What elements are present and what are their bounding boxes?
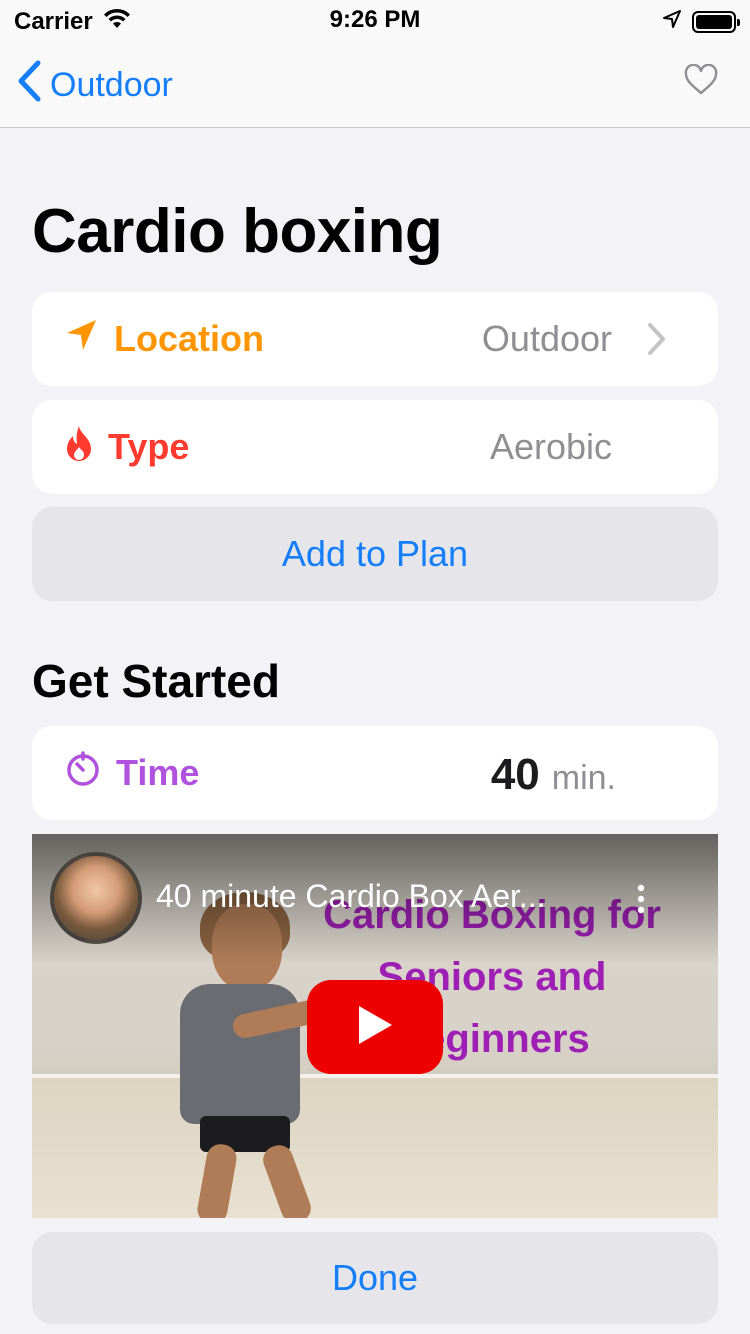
status-right <box>662 8 740 36</box>
location-row[interactable]: Location Outdoor <box>32 292 718 386</box>
done-button[interactable]: Done <box>32 1232 718 1324</box>
battery-icon <box>692 11 740 33</box>
back-button[interactable]: Outdoor <box>16 60 173 111</box>
chevron-right-icon <box>646 322 666 361</box>
type-row: Type Aerobic <box>32 400 718 494</box>
favorite-button[interactable] <box>684 63 718 101</box>
type-label: Type <box>108 426 190 467</box>
navigation-bar: Outdoor <box>0 40 750 128</box>
location-label-group: Location <box>64 292 264 386</box>
battery-fill <box>696 15 732 29</box>
youtube-play-icon <box>355 1003 395 1052</box>
time-value-group: 40 min. <box>491 726 616 820</box>
more-options-icon[interactable] <box>636 884 646 919</box>
heart-outline-icon <box>684 63 718 100</box>
status-bar: Carrier 9:26 PM <box>0 0 750 40</box>
timer-icon <box>64 750 102 797</box>
location-arrow-icon <box>64 317 100 362</box>
type-value: Aerobic <box>489 426 612 467</box>
add-to-plan-button[interactable]: Add to Plan <box>32 507 718 601</box>
back-button-label: Outdoor <box>50 66 173 104</box>
section-title-get-started: Get Started <box>32 655 280 707</box>
time-unit: min. <box>551 759 616 797</box>
time-label: Time <box>116 752 200 793</box>
type-label-group: Type <box>64 400 189 494</box>
youtube-play-button[interactable] <box>307 980 443 1074</box>
time-row: Time 40 min. <box>32 726 718 820</box>
flame-icon <box>64 424 94 471</box>
location-label: Location <box>114 318 264 359</box>
time-label-group: Time <box>64 726 199 820</box>
location-arrow-icon <box>662 8 682 36</box>
page-title: Cardio boxing <box>32 197 443 266</box>
video-title[interactable]: 40 minute Cardio Box Aer... <box>156 878 546 915</box>
video-floor <box>32 1078 718 1218</box>
status-time: 9:26 PM <box>329 6 421 33</box>
time-value: 40 <box>490 750 540 799</box>
location-value: Outdoor <box>481 318 612 359</box>
chevron-left-icon <box>16 60 42 111</box>
channel-avatar[interactable] <box>50 852 142 944</box>
video-player[interactable]: Cardio Boxing for Seniors and Beginners … <box>32 834 718 1218</box>
